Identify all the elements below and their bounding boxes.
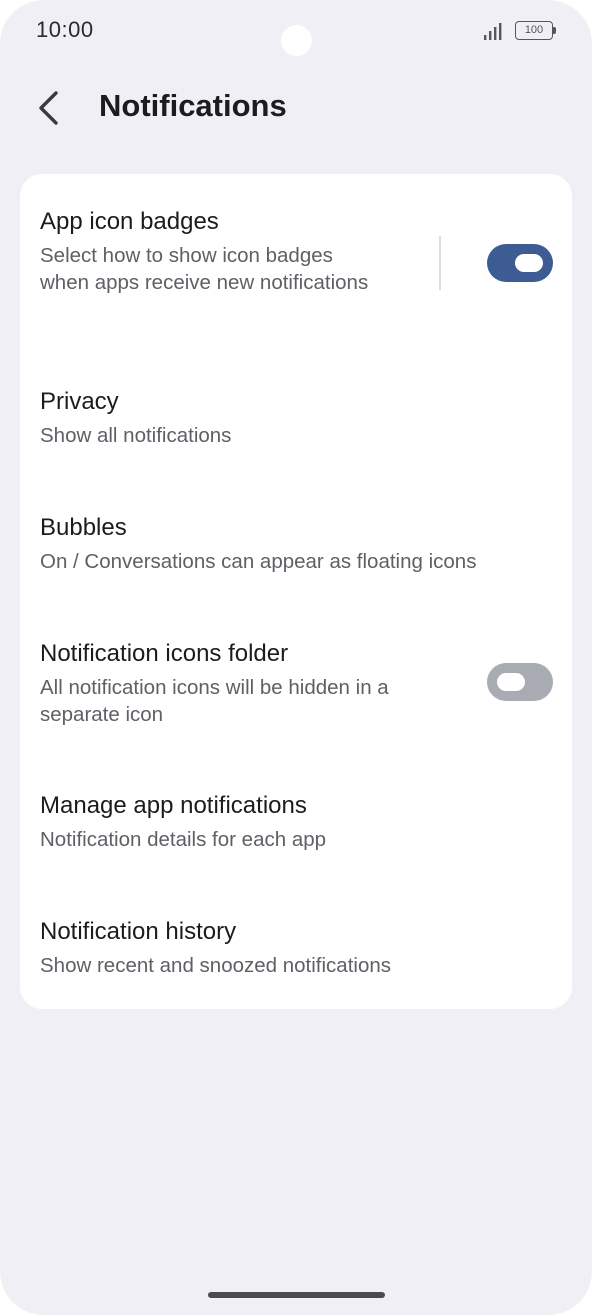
battery-cap (553, 27, 556, 34)
settings-item-title: Manage app notifications (40, 792, 307, 819)
toggle-knob (497, 673, 525, 691)
settings-item-title: Bubbles (40, 514, 127, 541)
settings-item-privacy[interactable]: Privacy Show all notifications (20, 344, 572, 470)
settings-card: App icon badges Select how to show icon … (20, 174, 572, 1009)
settings-item-title: App icon badges (40, 208, 219, 235)
chevron-left-icon (39, 91, 58, 125)
settings-item-subtitle: Show recent and snoozed notifications (40, 954, 392, 977)
home-indicator[interactable] (208, 1292, 385, 1298)
phone-screen: 10:00 100 Notifications App icon badges … (0, 0, 592, 1315)
settings-item-bubbles[interactable]: Bubbles On / Conversations can appear as… (20, 470, 572, 596)
settings-item-subtitle: Show all notifications (40, 424, 232, 447)
front-camera (281, 25, 312, 56)
page-title: Notifications (99, 88, 287, 123)
settings-item-title: Privacy (40, 388, 119, 415)
row-divider (439, 236, 441, 290)
settings-item-title: Notification history (40, 918, 237, 945)
battery-level: 100 (524, 24, 544, 36)
settings-item-notification-history[interactable]: Notification history Show recent and sno… (20, 876, 572, 1009)
settings-item-subtitle: Notification details for each app (40, 828, 327, 851)
settings-item-subtitle: Select how to show icon badges when apps… (40, 244, 369, 294)
settings-item-subtitle: All notification icons will be hidden in… (40, 676, 389, 726)
toggle-knob (515, 254, 543, 272)
settings-item-subtitle: On / Conversations can appear as floatin… (40, 550, 477, 573)
app-icon-badges-toggle[interactable] (487, 244, 553, 282)
settings-item-title: Notification icons folder (40, 640, 289, 667)
battery-icon: 100 (515, 21, 557, 41)
settings-item-manage-app-notifications[interactable]: Manage app notifications Notification de… (20, 750, 572, 876)
settings-item-app-icon-badges[interactable]: App icon badges Select how to show icon … (20, 174, 572, 344)
notification-icons-folder-toggle[interactable] (487, 663, 553, 701)
status-time: 10:00 (36, 17, 94, 42)
settings-item-notification-icons-folder[interactable]: Notification icons folder All notificati… (20, 596, 572, 750)
signal-icon (484, 23, 502, 40)
back-button[interactable] (24, 84, 72, 132)
